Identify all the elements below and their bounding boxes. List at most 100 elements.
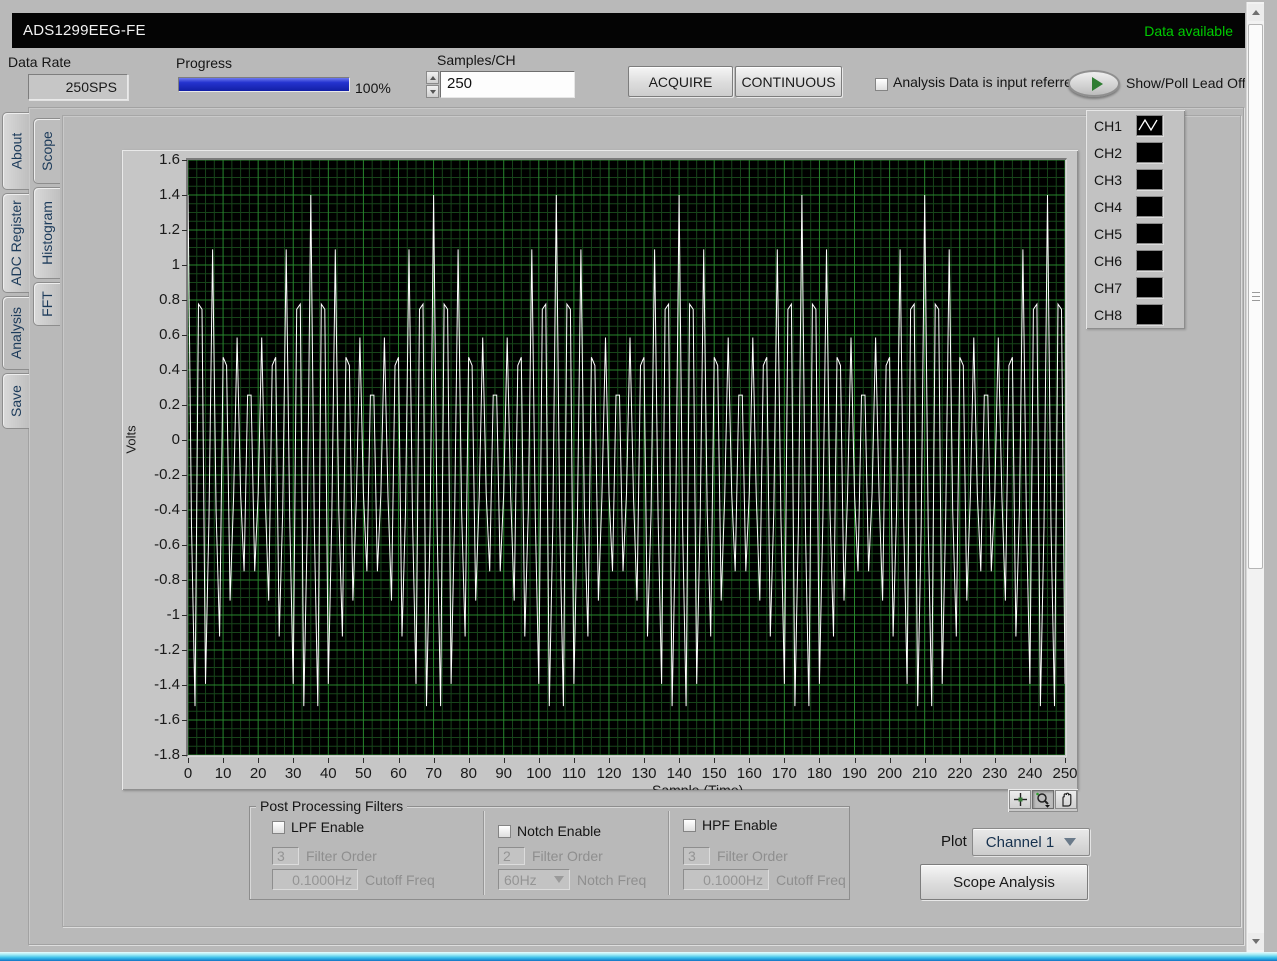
channel-plot-sample[interactable]: [1136, 304, 1163, 325]
channel-label: CH5: [1094, 226, 1136, 242]
y-tick-label: -1.4: [128, 676, 180, 693]
notch-order-input[interactable]: 2: [498, 847, 525, 865]
inner-tab-strip: Scope Histogram FFT: [33, 118, 60, 329]
x-tick-mark: [1065, 758, 1066, 763]
tab-histogram[interactable]: Histogram: [33, 187, 60, 279]
title-bar: ADS1299EEG-FE Data available: [12, 13, 1245, 48]
plot-channel-dropdown[interactable]: Channel 1: [972, 828, 1090, 856]
y-tick-label: 1: [128, 256, 180, 273]
x-tick-mark: [749, 758, 750, 763]
y-tick-mark: [182, 580, 187, 581]
x-tick-mark: [223, 758, 224, 763]
hpf-enable-label: HPF Enable: [702, 817, 777, 833]
scope-analysis-button[interactable]: Scope Analysis: [920, 864, 1088, 900]
y-tick-mark: [182, 370, 187, 371]
y-tick-label: -1.2: [128, 641, 180, 658]
tab-label: Analysis: [8, 307, 24, 359]
tab-about[interactable]: About: [2, 112, 29, 190]
hpf-cutoff-input[interactable]: 0.1000Hz: [683, 869, 769, 890]
chevron-down-icon: [1064, 838, 1076, 846]
progress-bar: [178, 77, 350, 92]
hpf-enable-checkbox[interactable]: [683, 819, 696, 832]
tab-scope[interactable]: Scope: [33, 118, 60, 184]
acquire-button[interactable]: ACQUIRE: [628, 66, 733, 97]
spinner-down-icon[interactable]: [426, 85, 439, 98]
vertical-scrollbar[interactable]: [1246, 2, 1264, 952]
channel-plot-sample[interactable]: [1136, 115, 1163, 136]
samples-input[interactable]: 250: [440, 71, 575, 98]
x-tick-mark: [504, 758, 505, 763]
notch-order-label: Filter Order: [532, 848, 603, 864]
legend-row: CH1: [1094, 112, 1185, 139]
y-tick-label: -1.8: [128, 746, 180, 763]
y-tick-mark: [182, 650, 187, 651]
x-tick-label: 250: [1043, 765, 1078, 782]
notch-enable-checkbox[interactable]: [498, 825, 511, 838]
notch-enable-label: Notch Enable: [517, 823, 601, 839]
channel-label: CH2: [1094, 145, 1136, 161]
x-tick-mark: [188, 758, 189, 763]
tab-fft[interactable]: FFT: [33, 282, 60, 326]
lead-off-led-button[interactable]: [1068, 70, 1120, 97]
lpf-enable-checkbox[interactable]: [272, 821, 285, 834]
notch-column: Notch Enable 2 Filter Order 60Hz Notch F…: [484, 807, 668, 899]
channel-plot-sample[interactable]: [1136, 142, 1163, 163]
x-tick-mark: [714, 758, 715, 763]
triangle-up-icon: [1252, 10, 1260, 15]
y-tick-mark: [182, 160, 187, 161]
y-tick-mark: [182, 685, 187, 686]
chevron-down-icon: [554, 876, 564, 883]
y-tick-label: 1.2: [128, 221, 180, 238]
y-tick-mark: [182, 335, 187, 336]
zoom-tool-button[interactable]: [1032, 790, 1054, 809]
channel-plot-sample[interactable]: [1136, 223, 1163, 244]
y-tick-label: -0.2: [128, 466, 180, 483]
x-tick-mark: [293, 758, 294, 763]
x-tick-mark: [819, 758, 820, 763]
legend-row: CH4: [1094, 193, 1185, 220]
x-tick-mark: [328, 758, 329, 763]
x-tick-mark: [434, 758, 435, 763]
crosshair-tool-button[interactable]: [1009, 790, 1031, 809]
y-tick-label: 0.8: [128, 291, 180, 308]
x-tick-mark: [890, 758, 891, 763]
notch-freq-dropdown[interactable]: 60Hz: [498, 869, 570, 890]
x-tick-mark: [363, 758, 364, 763]
plot-area[interactable]: [186, 158, 1067, 757]
y-tick-label: 1.4: [128, 186, 180, 203]
y-tick-label: -0.8: [128, 571, 180, 588]
tab-analysis[interactable]: Analysis: [2, 296, 29, 370]
scroll-down-button[interactable]: [1248, 933, 1264, 950]
tab-adc-register[interactable]: ADC Register: [2, 193, 29, 293]
analysis-referred-checkbox[interactable]: [875, 78, 888, 91]
lpf-enable-label: LPF Enable: [291, 819, 364, 835]
thumb-grip-icon: [1252, 292, 1260, 302]
channel-plot-sample[interactable]: [1136, 250, 1163, 271]
notch-freq-label: Notch Freq: [577, 872, 646, 888]
lpf-order-input[interactable]: 3: [272, 847, 299, 865]
lpf-cutoff-input[interactable]: 0.1000Hz: [272, 869, 358, 890]
channel-plot-sample[interactable]: [1136, 196, 1163, 217]
waveform-plot: [188, 160, 1065, 755]
channel-plot-sample[interactable]: [1136, 169, 1163, 190]
channel-label: CH6: [1094, 253, 1136, 269]
analysis-referred-label: Analysis Data is input referred: [893, 74, 1080, 90]
scroll-up-button[interactable]: [1248, 4, 1264, 21]
tab-label: ADC Register: [8, 200, 24, 286]
x-tick-mark: [960, 758, 961, 763]
spinner-up-icon[interactable]: [426, 71, 439, 84]
tab-save[interactable]: Save: [2, 373, 29, 429]
y-tick-label: -0.4: [128, 501, 180, 518]
channel-label: CH3: [1094, 172, 1136, 188]
hpf-column: HPF Enable 3 Filter Order 0.1000Hz Cutof…: [669, 807, 851, 899]
continuous-button[interactable]: CONTINUOUS: [735, 66, 842, 97]
pan-tool-button[interactable]: [1055, 790, 1077, 809]
scrollbar-thumb[interactable]: [1248, 24, 1263, 569]
samples-stepper[interactable]: [426, 71, 439, 98]
x-tick-mark: [574, 758, 575, 763]
channel-plot-sample[interactable]: [1136, 277, 1163, 298]
channel-label: CH1: [1094, 118, 1136, 134]
lpf-column: LPF Enable 3 Filter Order 0.1000Hz Cutof…: [250, 807, 483, 899]
hpf-order-input[interactable]: 3: [683, 847, 710, 865]
hpf-cutoff-label: Cutoff Freq: [776, 872, 846, 888]
